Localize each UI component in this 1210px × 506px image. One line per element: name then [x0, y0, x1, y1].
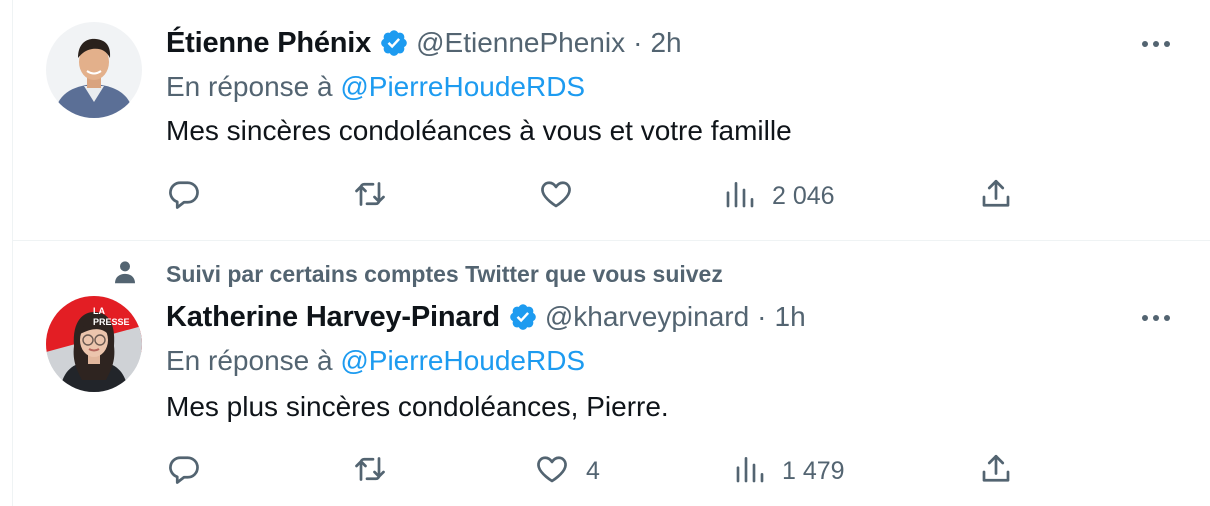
share-icon: [978, 176, 1014, 217]
verified-icon: [379, 28, 409, 58]
tweet-reply[interactable]: Étienne Phénix @EtiennePhenix · 2h En ré…: [0, 0, 1210, 240]
author-handle[interactable]: @EtiennePhenix: [416, 27, 625, 59]
author-name[interactable]: Étienne Phénix: [166, 27, 371, 60]
tweet-text: Mes sincères condoléances à vous et votr…: [166, 115, 792, 146]
reply-prefix: En réponse à: [166, 71, 333, 102]
person-icon: [110, 257, 140, 292]
social-context-text: Suivi par certains comptes Twitter que v…: [166, 261, 723, 287]
retweet-icon: [352, 176, 388, 217]
reply-mention-link[interactable]: @PierreHoudeRDS: [340, 71, 585, 102]
reply-button[interactable]: [166, 176, 202, 216]
separator: ·: [633, 27, 643, 58]
timestamp[interactable]: 2h: [650, 27, 681, 59]
more-icon[interactable]: [1138, 32, 1174, 56]
tweet-text: Mes plus sincères condoléances, Pierre.: [166, 391, 669, 422]
avatar[interactable]: LA PRESSE: [46, 296, 142, 392]
la-presse-logo: LA PRESSE: [93, 306, 130, 327]
verified-icon: [508, 302, 538, 332]
view-count: 2 046: [772, 181, 835, 210]
author-handle[interactable]: @kharveypinard: [545, 301, 749, 333]
avatar[interactable]: [46, 22, 142, 118]
views-icon: [734, 453, 766, 490]
view-count: 1 479: [782, 456, 845, 485]
share-button[interactable]: [978, 451, 1014, 491]
reply-icon: [166, 451, 202, 492]
views-button[interactable]: 1 479: [734, 451, 845, 491]
timestamp[interactable]: 1h: [775, 301, 806, 333]
reply-context: En réponse à @PierreHoudeRDS: [166, 345, 585, 377]
social-context: Suivi par certains comptes Twitter que v…: [110, 257, 723, 292]
like-button[interactable]: 4: [534, 451, 600, 491]
reply-context: En réponse à @PierreHoudeRDS: [166, 71, 585, 103]
like-icon: [534, 451, 570, 492]
views-icon: [724, 178, 756, 215]
share-button[interactable]: [978, 176, 1014, 216]
author-name[interactable]: Katherine Harvey-Pinard: [166, 301, 500, 334]
more-icon[interactable]: [1138, 306, 1174, 330]
separator: ·: [757, 301, 767, 332]
like-icon: [538, 176, 574, 217]
tweet-header: Étienne Phénix @EtiennePhenix · 2h: [166, 23, 682, 63]
share-icon: [978, 451, 1014, 492]
views-button[interactable]: 2 046: [724, 176, 835, 216]
retweet-icon: [352, 451, 388, 492]
reply-icon: [166, 176, 202, 217]
retweet-button[interactable]: [352, 176, 388, 216]
like-count: 4: [586, 456, 600, 485]
reply-mention-link[interactable]: @PierreHoudeRDS: [340, 345, 585, 376]
like-button[interactable]: [538, 176, 590, 216]
reply-button[interactable]: [166, 451, 202, 491]
reply-prefix: En réponse à: [166, 345, 333, 376]
tweet-reply[interactable]: Suivi par certains comptes Twitter que v…: [0, 241, 1210, 506]
retweet-button[interactable]: [352, 451, 388, 491]
tweet-header: Katherine Harvey-Pinard @kharveypinard ·…: [166, 297, 806, 337]
